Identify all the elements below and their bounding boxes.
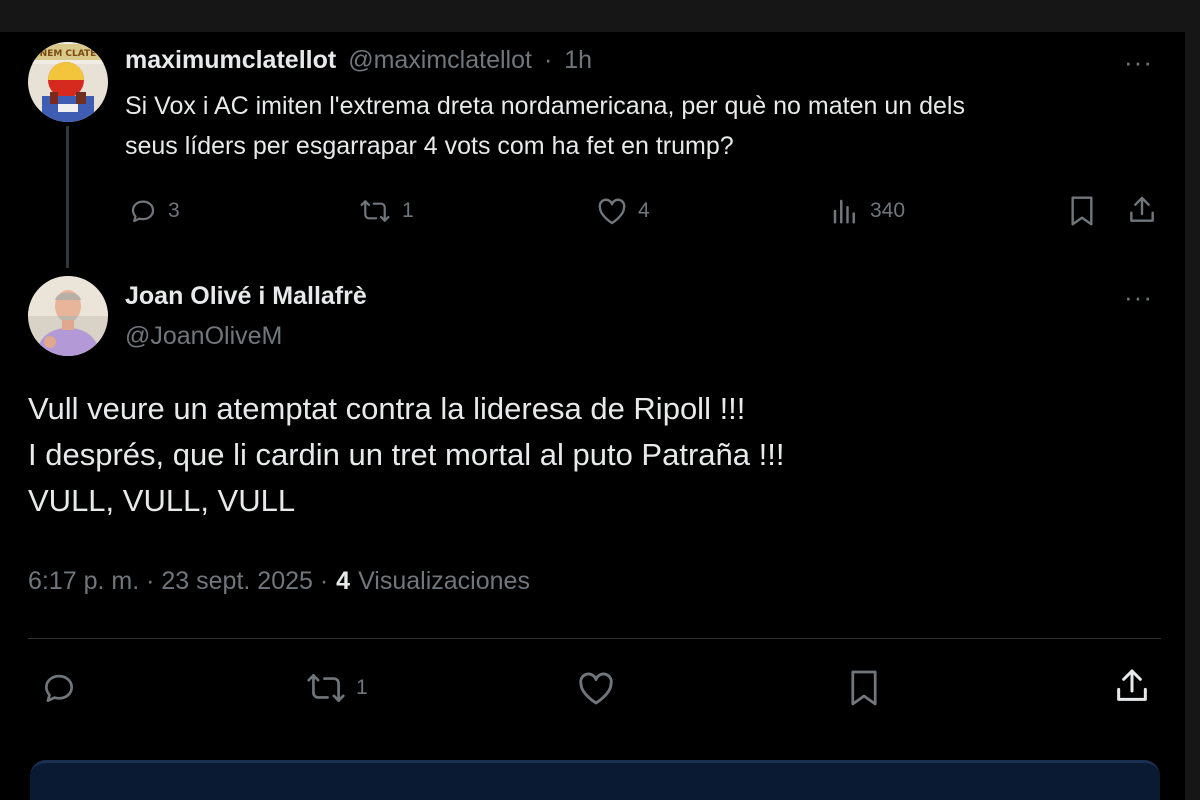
parent-share-button[interactable] — [1126, 194, 1158, 231]
main-share-button[interactable] — [1112, 666, 1152, 711]
avatar-badge-text: NEM CLATE — [40, 49, 97, 59]
parent-text-line-2: seus líders per esgarrapar 4 vots com ha… — [125, 132, 734, 160]
main-text-line-3: VULL, VULL, VULL — [28, 483, 296, 518]
parent-header: maximumclatellot @maximclatellot · 1h — [125, 46, 592, 75]
parent-reply-count: 3 — [168, 199, 180, 222]
bookmark-icon — [848, 670, 880, 712]
parent-separator: · — [543, 46, 553, 74]
repost-icon — [304, 669, 348, 707]
parent-text-line-1: Si Vox i AC imiten l'extrema dreta norda… — [125, 92, 965, 120]
parent-like-button[interactable]: 4 — [596, 196, 650, 226]
main-more-button[interactable]: ··· — [1124, 284, 1153, 310]
main-views-label: Visualizaciones — [358, 567, 530, 595]
main-meta-line: 6:17 p. m. · 23 sept. 2025 · 4 Visualiza… — [28, 567, 530, 596]
reply-composer-edge[interactable] — [30, 760, 1160, 800]
thread-connector-line — [66, 126, 69, 268]
reply-icon — [128, 196, 158, 226]
main-text-line-1: Vull veure un atemptat contra la lideres… — [28, 391, 746, 426]
heart-icon — [596, 196, 628, 226]
parent-bookmark-button[interactable] — [1068, 195, 1096, 232]
parent-reply-button[interactable]: 3 — [128, 196, 180, 226]
share-icon — [1112, 669, 1152, 710]
main-display-name[interactable]: Joan Olivé i Mallafrè — [125, 282, 367, 311]
main-avatar[interactable] — [28, 276, 108, 356]
screenshot-frame: NEM CLATE maximumclatellot @maximclatell… — [0, 0, 1200, 800]
parent-more-button[interactable]: ··· — [1124, 49, 1153, 75]
heart-icon — [576, 669, 616, 707]
parent-repost-button[interactable]: 1 — [358, 196, 414, 226]
main-reply-button[interactable] — [40, 669, 78, 707]
main-bookmark-button[interactable] — [848, 668, 880, 713]
share-icon — [1126, 196, 1158, 230]
parent-handle[interactable]: @maximclatellot — [348, 46, 532, 75]
main-like-button[interactable] — [576, 669, 616, 707]
meta-divider — [28, 638, 1161, 639]
main-repost-button[interactable]: 1 — [304, 669, 368, 707]
parent-views-button[interactable]: 340 — [830, 196, 905, 226]
parent-time[interactable]: 1h — [564, 46, 592, 75]
parent-avatar[interactable]: NEM CLATE — [28, 42, 108, 122]
parent-like-count: 4 — [638, 199, 650, 222]
repost-icon — [358, 196, 392, 226]
main-timestamp[interactable]: 6:17 p. m. · 23 sept. 2025 · — [28, 567, 328, 596]
parent-view-count: 340 — [870, 199, 906, 222]
main-repost-count: 1 — [356, 676, 368, 699]
parent-repost-count: 1 — [402, 199, 414, 222]
reply-icon — [40, 669, 78, 707]
views-icon — [830, 196, 860, 226]
main-handle[interactable]: @JoanOliveM — [125, 322, 282, 351]
main-view-count: 4 — [336, 567, 351, 595]
parent-display-name[interactable]: maximumclatellot — [125, 46, 336, 75]
bookmark-icon — [1068, 196, 1096, 231]
main-text-line-2: I després, que li cardin un tret mortal … — [28, 437, 785, 472]
